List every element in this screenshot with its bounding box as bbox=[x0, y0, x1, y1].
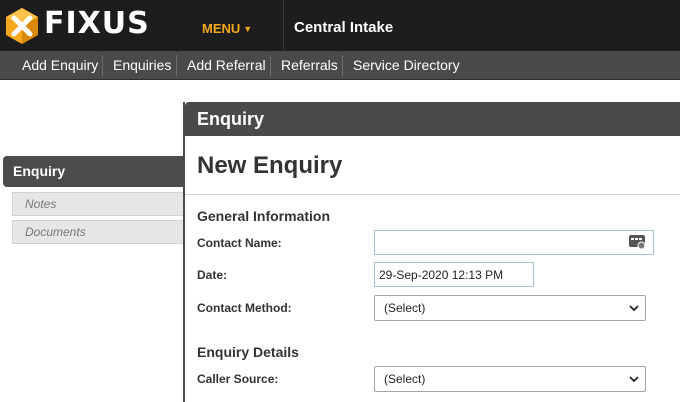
nav-divider bbox=[176, 55, 177, 76]
header-divider bbox=[283, 0, 284, 51]
date-label: Date: bbox=[197, 268, 228, 282]
contact-method-select[interactable]: (Select) bbox=[374, 295, 646, 321]
menu-button[interactable]: MENU ▼ bbox=[202, 21, 252, 36]
nav-add-referral[interactable]: Add Referral bbox=[187, 51, 266, 80]
chevron-down-icon bbox=[629, 305, 639, 312]
top-header: FIXUS MENU ▼ Central Intake bbox=[0, 0, 680, 51]
contact-method-label: Contact Method: bbox=[197, 301, 292, 315]
menu-label: MENU bbox=[202, 21, 241, 36]
logo-text[interactable]: FIXUS bbox=[44, 6, 150, 42]
nav-enquiries[interactable]: Enquiries bbox=[113, 51, 171, 80]
caller-source-label: Caller Source: bbox=[197, 372, 279, 386]
section-general-information: General Information bbox=[197, 208, 331, 224]
caller-source-select[interactable]: (Select) bbox=[374, 366, 646, 392]
chevron-down-icon bbox=[629, 376, 639, 383]
page-context-title: Central Intake bbox=[294, 19, 394, 36]
enquiry-panel: Enquiry New Enquiry General Information … bbox=[183, 102, 680, 402]
caller-source-value: (Select) bbox=[384, 372, 426, 386]
contact-method-value: (Select) bbox=[384, 301, 426, 315]
page-title: New Enquiry bbox=[197, 152, 343, 179]
sidebar-item-enquiry[interactable]: Enquiry bbox=[3, 156, 189, 187]
panel-header: Enquiry bbox=[185, 102, 680, 136]
divider bbox=[185, 194, 680, 195]
contact-name-field[interactable] bbox=[374, 230, 654, 255]
fixus-logo-icon[interactable] bbox=[2, 6, 42, 46]
contact-name-label: Contact Name: bbox=[197, 236, 282, 250]
nav-divider bbox=[102, 55, 103, 76]
nav-add-enquiry[interactable]: Add Enquiry bbox=[22, 51, 98, 80]
date-field[interactable] bbox=[374, 262, 534, 287]
sidebar-item-documents[interactable]: Documents bbox=[12, 220, 189, 244]
nav-divider bbox=[270, 55, 271, 76]
nav-referrals[interactable]: Referrals bbox=[281, 51, 338, 80]
contact-card-icon[interactable] bbox=[628, 232, 648, 252]
main-nav: Add Enquiry Enquiries Add Referral Refer… bbox=[0, 51, 680, 80]
caret-down-icon: ▼ bbox=[243, 24, 253, 34]
sidebar-item-notes[interactable]: Notes bbox=[12, 192, 189, 216]
nav-divider bbox=[342, 55, 343, 76]
section-enquiry-details: Enquiry Details bbox=[197, 344, 299, 360]
nav-service-directory[interactable]: Service Directory bbox=[353, 51, 460, 80]
